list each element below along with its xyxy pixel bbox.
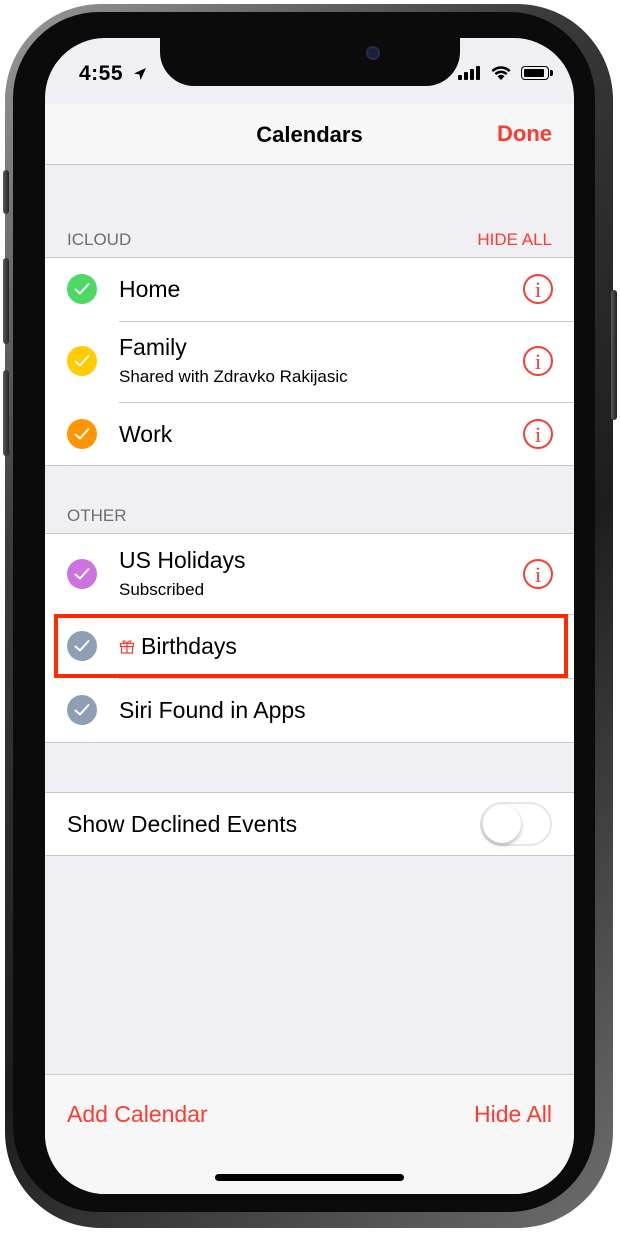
calendar-row-home[interactable]: Home i [45,258,574,321]
show-declined-events-row: Show Declined Events [45,792,574,856]
battery-icon [521,66,553,80]
status-time: 4:55 [79,62,124,85]
hide-all-button[interactable]: Hide All [474,1101,552,1128]
section-header-other: OTHER [67,506,127,525]
info-icon[interactable]: i [523,274,553,304]
checkmark-icon[interactable] [67,346,97,376]
notch [160,38,460,86]
checkmark-icon[interactable] [67,274,97,304]
section-header-icloud: ICLOUD [67,230,132,249]
navigation-bar: Calendars Done [45,104,574,165]
wifi-icon [491,66,511,80]
mute-switch [3,170,9,214]
calendar-row-family[interactable]: Family Shared with Zdravko Rakijasic i [45,321,574,402]
add-calendar-button[interactable]: Add Calendar [67,1101,208,1128]
screen: 4:55 Calendars Done ICLOUD HIDE ALL Home… [45,38,574,1194]
checkmark-icon[interactable] [67,695,97,725]
hide-all-icloud-button[interactable]: HIDE ALL [477,230,552,250]
calendar-title: Home [119,276,181,302]
info-icon[interactable]: i [523,346,553,376]
front-camera [366,46,380,60]
calendar-row-siri-found-in-apps[interactable]: Siri Found in Apps [45,678,574,742]
location-arrow-icon [134,68,146,80]
calendar-title: Family [119,334,187,360]
volume-up-button [3,258,9,344]
calendar-subtitle: Shared with Zdravko Rakijasic [119,367,348,386]
calendar-row-work[interactable]: Work i [45,402,574,465]
show-declined-events-toggle[interactable] [480,802,552,846]
icloud-calendar-list: Home i Family Shared with Zdravko Rakija… [45,257,574,466]
highlight-box [54,614,568,678]
volume-down-button [3,370,9,456]
checkmark-icon[interactable] [67,559,97,589]
calendar-row-us-holidays[interactable]: US Holidays Subscribed i [45,534,574,614]
info-icon[interactable]: i [523,419,553,449]
toggle-knob [483,805,521,843]
calendar-title: Work [119,421,173,447]
show-declined-events-label: Show Declined Events [67,811,298,837]
cellular-signal-icon [458,66,480,80]
info-icon[interactable]: i [523,559,553,589]
power-button [611,290,617,420]
calendar-title: Siri Found in Apps [119,697,306,723]
done-button[interactable]: Done [497,121,552,147]
page-title: Calendars [256,122,363,147]
calendar-title: US Holidays [119,547,246,573]
calendar-subtitle: Subscribed [119,580,205,599]
home-indicator[interactable] [215,1174,404,1181]
checkmark-icon[interactable] [67,419,97,449]
